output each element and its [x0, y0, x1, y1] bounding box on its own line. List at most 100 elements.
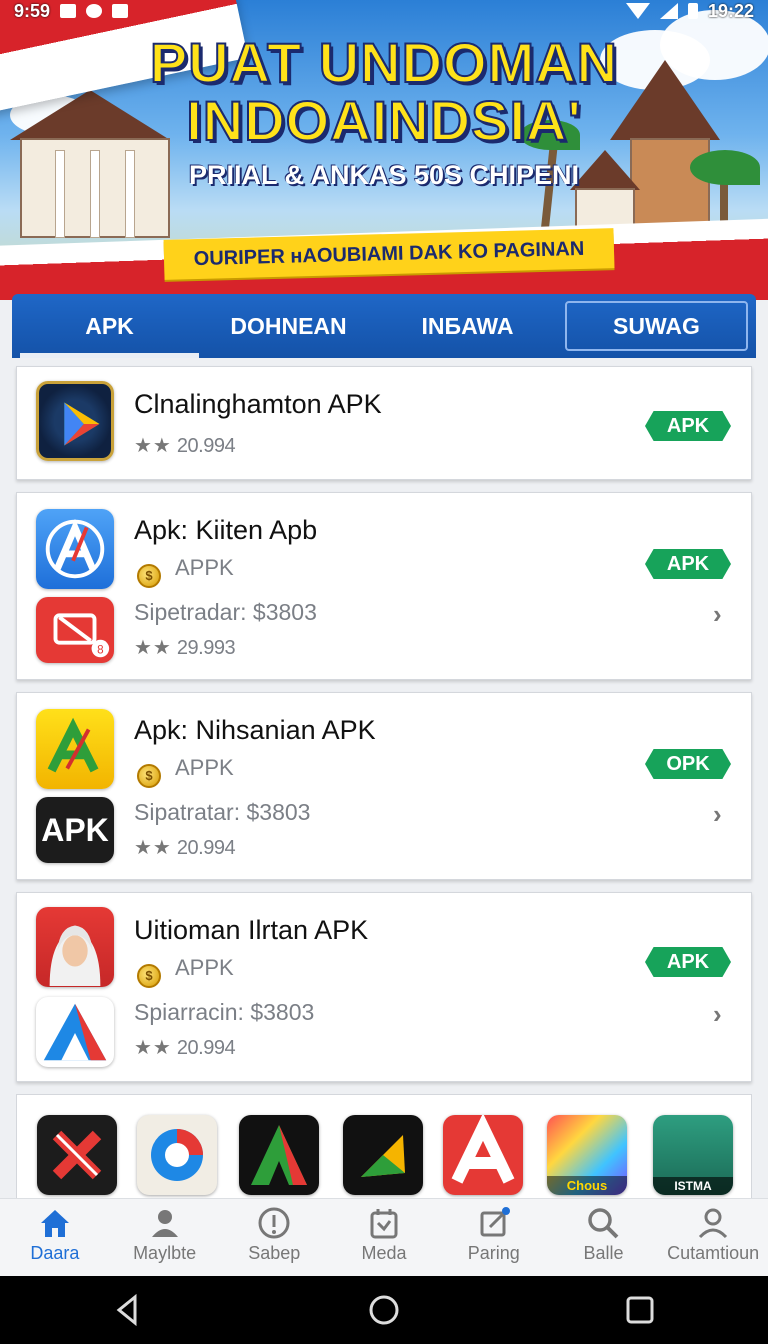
icon-badge-number: 8: [97, 643, 104, 656]
developer-name: APPK: [175, 955, 234, 980]
app-title: Apk: Kiiten Apb: [134, 515, 318, 545]
app-card[interactable]: Uitioman Ilrtan APK $ APPK Spiarracin: $3…: [16, 892, 752, 1082]
red-blue-a-app-icon: [36, 997, 114, 1067]
chevron-right-icon[interactable]: ›: [713, 999, 722, 1030]
notification-icon: [60, 4, 77, 18]
tab-inbawa[interactable]: INБAWA: [378, 301, 557, 351]
apk-badge[interactable]: OPK: [645, 749, 731, 779]
app-title: Uitioman Ilrtan APK: [134, 915, 369, 945]
person-app-icon[interactable]: ISTMA: [653, 1115, 733, 1195]
coin-icon: $: [137, 764, 161, 788]
browser-app-icon[interactable]: [137, 1115, 217, 1195]
icon-label: APK: [41, 811, 109, 848]
tab-apk[interactable]: APK: [20, 301, 199, 358]
app-card[interactable]: Clnalinghamton APK ★★ 20.994 APK: [16, 366, 752, 480]
tab-suwag[interactable]: SUWAG: [565, 301, 748, 351]
app-price: Sipatratar: $3803: [134, 799, 311, 825]
developer-line: $ APPK: [137, 555, 234, 588]
nav-label: Maylbte: [133, 1243, 197, 1263]
nav-item-cutamtioun[interactable]: Cutamtioun: [658, 1199, 768, 1276]
chevron-right-icon[interactable]: ›: [713, 799, 722, 830]
developer-name: APPK: [175, 555, 234, 580]
star-icon: ★★: [134, 837, 172, 859]
coin-icon: $: [137, 564, 161, 588]
play-triangle-app-icon[interactable]: [343, 1115, 423, 1195]
tab-dohnean[interactable]: DOHNEAN: [199, 301, 378, 351]
calendar-icon: [370, 1209, 398, 1239]
star-icon: ★★: [134, 637, 172, 659]
avatar-app-icon[interactable]: Chous: [547, 1115, 627, 1195]
recents-icon[interactable]: [623, 1293, 657, 1327]
user-icon: [151, 1210, 178, 1237]
app-title: Apk: Nihsanian APK: [134, 715, 376, 745]
status-time-right: 19:22: [707, 0, 754, 21]
apk-app-icon: APK: [36, 797, 114, 863]
chevron-right-icon[interactable]: ›: [713, 599, 722, 630]
signal-icon: [659, 3, 678, 19]
app-rating: ★★ 20.994: [134, 835, 236, 860]
home-circle-icon[interactable]: [367, 1293, 401, 1327]
battery-icon: [687, 3, 698, 19]
back-icon[interactable]: [111, 1293, 145, 1327]
rating-value: 20.994: [176, 1037, 236, 1059]
search-icon: [588, 1208, 619, 1239]
developer-name: APPK: [175, 755, 234, 780]
yellow-a-app-icon: [36, 709, 114, 789]
screen: PUAT UNDOMAN INDOAINDSIA' PRIIAL & ANKAS…: [0, 0, 768, 1344]
rating-value: 20.994: [176, 837, 236, 859]
nav-label: Balle: [583, 1243, 624, 1263]
nav-item-meda[interactable]: Meda: [329, 1199, 439, 1276]
red-x-app-icon[interactable]: [37, 1115, 117, 1195]
nav-label: Cutamtioun: [667, 1243, 760, 1263]
app-icon-strip: Chous ISTMA: [16, 1094, 752, 1206]
status-time-left: 9:59: [14, 0, 51, 21]
apk-badge[interactable]: APK: [645, 411, 731, 441]
app-rating: ★★ 29.993: [134, 635, 236, 660]
hero-banner[interactable]: PUAT UNDOMAN INDOAINDSIA' PRIIAL & ANKAS…: [0, 0, 768, 300]
nav-label: Paring: [467, 1243, 520, 1263]
bottom-navigation: Daara Maylbte Sabep Meda Paring Balle Cu…: [0, 1198, 768, 1276]
coin-icon: $: [137, 964, 161, 988]
nav-item-daara[interactable]: Daara: [0, 1199, 110, 1276]
app-price: Spiarracin: $3803: [134, 999, 315, 1025]
app-rating: ★★ 20.994: [134, 433, 236, 458]
banner-headline-line1: PUAT UNDOMAN: [149, 30, 619, 95]
nav-item-sabep[interactable]: Sabep: [219, 1199, 329, 1276]
icon-label: Chous: [547, 1176, 627, 1195]
developer-line: $ APPK: [137, 755, 234, 788]
star-icon: ★★: [134, 435, 172, 457]
apk-badge[interactable]: APK: [645, 947, 731, 977]
developer-line: $ APPK: [137, 955, 234, 988]
banner-headline-line2: INDOAINDSIA': [185, 88, 582, 153]
app-rating: ★★ 20.994: [134, 1035, 236, 1060]
nav-item-maylbte[interactable]: Maylbte: [110, 1199, 220, 1276]
play-store-icon: [36, 381, 114, 461]
app-price: Sipetradar: $3803: [134, 599, 317, 625]
wifi-icon: [625, 3, 650, 19]
app-card[interactable]: 8 Apk: Kiiten Apb $ APPK Sipetradar: $380…: [16, 492, 752, 680]
star-icon: ★★: [134, 1037, 172, 1059]
portrait-app-icon: [36, 907, 114, 987]
edit-icon: [480, 1207, 510, 1237]
app-title: Clnalinghamton APK: [134, 389, 382, 419]
nav-label: Meda: [361, 1243, 407, 1263]
a-compass-app-icon: [36, 509, 114, 589]
nav-item-paring[interactable]: Paring: [439, 1199, 549, 1276]
apk-badge[interactable]: APK: [645, 549, 731, 579]
app-card[interactable]: APK Apk: Nihsanian APK $ APPK Sipatratar:…: [16, 692, 752, 880]
status-bar: 9:59 19:22: [0, 0, 768, 22]
rating-value: 29.993: [176, 637, 236, 659]
system-navigation-bar: [0, 1276, 768, 1344]
nav-label: Sabep: [248, 1243, 301, 1263]
bug-icon: [86, 4, 103, 18]
person-icon: [699, 1208, 728, 1239]
phone-icon: [112, 4, 129, 18]
nav-item-balle[interactable]: Balle: [549, 1199, 659, 1276]
home-icon: [40, 1210, 69, 1237]
rating-value: 20.994: [176, 435, 236, 457]
red-app-icon: 8: [36, 597, 114, 663]
nav-label: Daara: [30, 1243, 80, 1263]
tab-bar: APK DOHNEAN INБAWA SUWAG: [12, 294, 756, 358]
green-a-app-icon[interactable]: [239, 1115, 319, 1195]
red-a-app-icon[interactable]: [443, 1115, 523, 1195]
